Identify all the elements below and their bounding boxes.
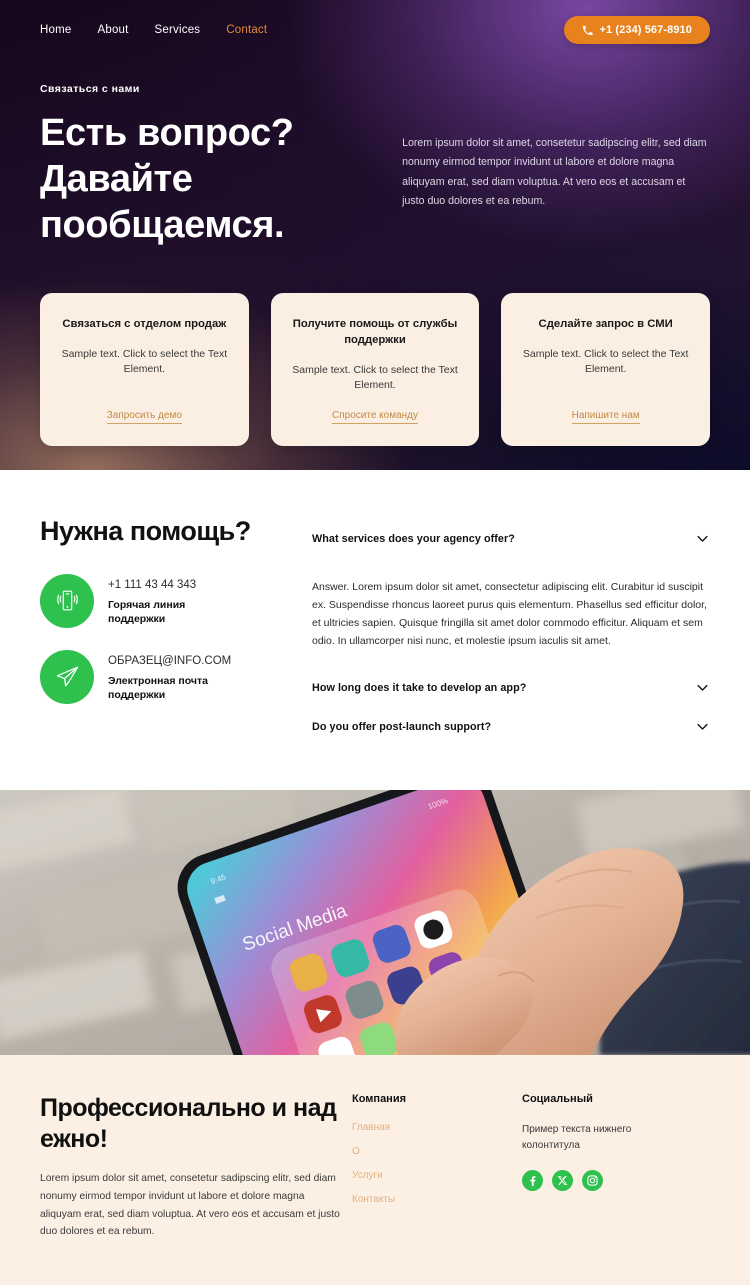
hero-section: Home About Services Contact +1 (234) 567… [0,0,750,470]
contact-meta: +1 111 43 44 343 Горячая линия поддержки [108,574,218,626]
faq-item-timeline: How long does it take to develop an app? [312,674,710,701]
facebook-icon[interactable] [522,1170,543,1192]
faq-header[interactable]: What services does your agency offer? [312,525,710,552]
hotline-label: Горячая линия поддержки [108,598,186,626]
nav-link-home[interactable]: Home [40,24,71,36]
hero-left: Есть вопрос? Давайте пообщаемся. [40,111,367,249]
footer-note: Пример текста нижнего колонтитула [522,1124,632,1152]
contact-card-sales[interactable]: Связаться с отделом продаж Sample text. … [40,292,249,447]
contact-card-media[interactable]: Сделайте запрос в СМИ Sample text. Click… [501,292,711,447]
chevron-down-icon[interactable] [695,531,710,546]
footer-link-about[interactable]: О [352,1146,510,1157]
card-link-request-demo[interactable]: Запросить демо [106,410,182,425]
hotline-value[interactable]: +1 111 43 44 343 [108,579,218,591]
mobile-phone-ringing-icon [40,573,94,628]
nav-link-contact[interactable]: Contact [226,24,267,36]
faq-question: How long does it take to develop an app? [312,681,527,694]
footer-title: Профессионально и надежно! [40,1094,337,1153]
faq-list: What services does your agency offer? An… [290,515,710,740]
main-navigation: Home About Services Contact +1 (234) 567… [0,0,750,60]
card-title: Связаться с отделом продаж [62,317,227,330]
hero-paragraph: Lorem ipsum dolor sit amet, consetetur s… [402,137,707,207]
page-title: Есть вопрос? Давайте пообщаемся. [40,112,294,246]
phone-cta-label: +1 (234) 567-8910 [599,24,692,36]
hero-eyebrow: Связаться с нами [40,83,140,95]
contact-card-support[interactable]: Получите помощь от службы поддержки Samp… [270,292,480,447]
page-footer: Профессионально и надежно! Lorem ipsum d… [0,1055,750,1285]
hero-right: Lorem ipsum dolor sit amet, consetetur s… [402,111,710,249]
footer-column-title: Социальный [522,1093,593,1106]
phone-photo-image: 9:45 100% Social Media [0,790,750,1056]
instagram-icon[interactable] [582,1170,603,1192]
nav-link-services[interactable]: Services [155,24,201,36]
footer-link-home[interactable]: Главная [352,1122,510,1133]
nav-links: Home About Services Contact [40,24,267,36]
contact-meta: ОБРАЗЕЦ@INFO.COM Электронная почта подде… [108,650,231,702]
faq-header[interactable]: How long does it take to develop an app? [312,674,710,701]
faq-item-services: What services does your agency offer? An… [312,525,710,674]
chevron-down-icon[interactable] [695,680,710,695]
help-left-column: Нужна помощь? +1 111 43 44 343 Горячая л… [40,515,290,740]
hero-body: Есть вопрос? Давайте пообщаемся. Lorem i… [0,111,750,249]
faq-question: What services does your agency offer? [312,532,515,545]
footer-paragraph: Lorem ipsum dolor sit amet, consetetur s… [40,1173,340,1238]
card-title: Сделайте запрос в СМИ [538,317,673,330]
card-link-ask-team[interactable]: Спросите команду [332,410,418,425]
nav-link-about[interactable]: About [97,24,128,36]
card-text: Sample text. Click to select the Text El… [522,347,689,376]
email-value[interactable]: ОБРАЗЕЦ@INFO.COM [108,655,231,667]
social-links [522,1170,690,1192]
email-label: Электронная почта поддержки [108,674,208,702]
card-text: Sample text. Click to select the Text El… [61,347,228,376]
card-text: Sample text. Click to select the Text El… [292,363,458,392]
footer-left-column: Профессионально и надежно! Lorem ipsum d… [40,1093,340,1241]
faq-header[interactable]: Do you offer post-launch support? [312,713,710,740]
card-title: Получите помощь от службы поддержки [292,317,458,346]
phone-photo-section: 9:45 100% Social Media [0,790,750,1056]
contact-cards: Связаться с отделом продаж Sample text. … [0,292,750,447]
footer-column-title: Компания [352,1093,407,1106]
footer-column-social: Социальный Пример текста нижнего колонти… [510,1093,690,1241]
faq-item-support: Do you offer post-launch support? [312,713,710,740]
faq-answer: Answer. Lorem ipsum dolor sit amet, cons… [312,581,707,648]
phone-cta-button[interactable]: +1 (234) 567-8910 [564,16,710,44]
chevron-down-icon[interactable] [695,719,710,734]
footer-link-contacts[interactable]: Контакты [352,1194,510,1205]
faq-question: Do you offer post-launch support? [312,720,492,733]
contact-row-hotline: +1 111 43 44 343 Горячая линия поддержки [40,573,290,628]
paper-plane-icon [40,649,94,704]
footer-link-services[interactable]: Услуги [352,1170,510,1181]
contact-row-email: ОБРАЗЕЦ@INFO.COM Электронная почта подде… [40,649,290,704]
help-title: Нужна помощь? [40,516,251,546]
faq-spacer [312,701,710,713]
phone-icon [582,25,594,36]
card-link-write-us[interactable]: Напишите нам [571,410,640,425]
help-section: Нужна помощь? +1 111 43 44 343 Горячая л… [0,470,750,791]
x-twitter-icon[interactable] [552,1170,573,1192]
footer-column-company: Компания Главная О Услуги Контакты [340,1093,510,1241]
